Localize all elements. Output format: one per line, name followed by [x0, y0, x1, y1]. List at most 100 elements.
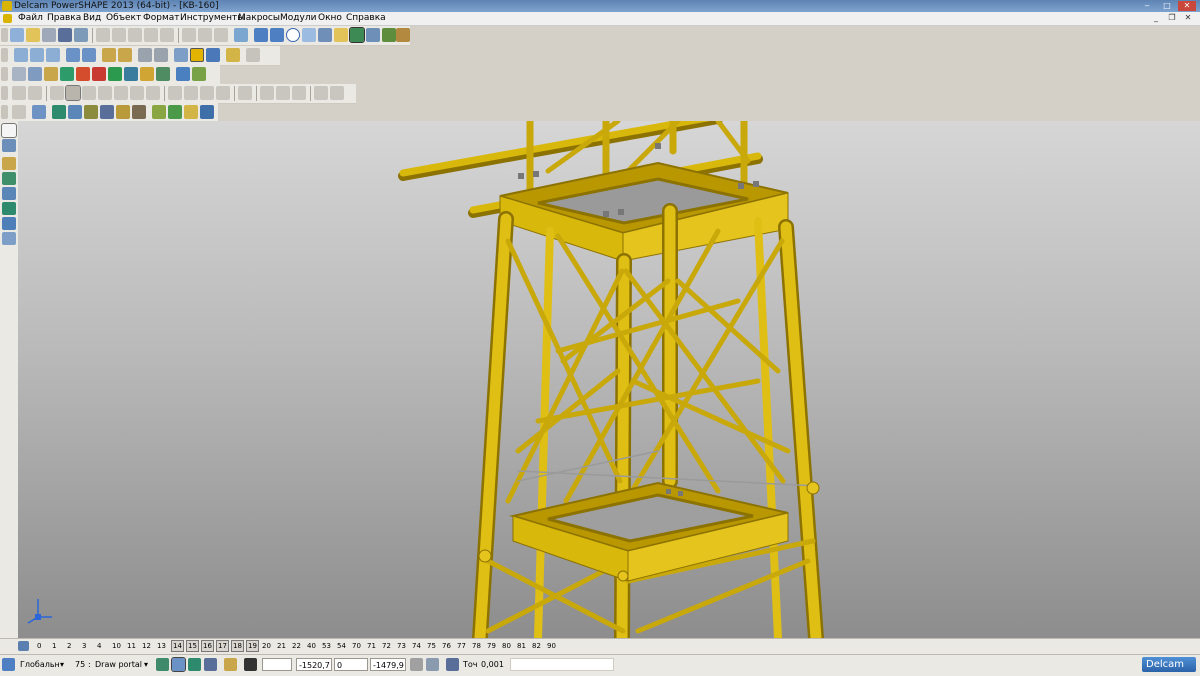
tolerance-icon[interactable]	[446, 658, 459, 671]
level-76[interactable]: 76	[441, 641, 452, 651]
print-icon[interactable]	[74, 28, 88, 42]
toolbar-grip[interactable]	[1, 86, 8, 100]
tools-icon[interactable]	[396, 28, 410, 42]
tree-icon[interactable]	[330, 86, 344, 100]
level-75[interactable]: 75	[426, 641, 437, 651]
rotate-view-icon[interactable]	[174, 48, 188, 62]
level-22[interactable]: 22	[291, 641, 302, 651]
offset-icon[interactable]	[276, 86, 290, 100]
level-14[interactable]: 14	[171, 640, 184, 652]
principal-plane-icon[interactable]	[204, 658, 217, 671]
copy-icon[interactable]	[112, 28, 126, 42]
zoom-selected-icon[interactable]	[118, 48, 132, 62]
workplane-origin-icon[interactable]	[224, 658, 237, 671]
chamfer-icon[interactable]	[146, 86, 160, 100]
menu-modules[interactable]: Модули	[280, 12, 316, 25]
graphics-viewport[interactable]	[18, 121, 1200, 638]
level-11[interactable]: 11	[126, 641, 137, 651]
level-77[interactable]: 77	[456, 641, 467, 651]
view-iso-icon[interactable]	[66, 48, 80, 62]
view-right-icon[interactable]	[46, 48, 60, 62]
workplane-status-icon[interactable]	[2, 658, 15, 671]
level-15[interactable]: 15	[186, 640, 199, 652]
transform-icon[interactable]	[156, 67, 170, 81]
level-18[interactable]: 18	[231, 640, 244, 652]
model-properties-icon[interactable]	[366, 28, 380, 42]
wireframe-icon[interactable]	[206, 48, 220, 62]
menu-window[interactable]: Окно	[318, 12, 342, 25]
level-3[interactable]: 3	[81, 641, 87, 651]
surface-7-icon[interactable]	[132, 105, 146, 119]
shell-icon[interactable]	[114, 86, 128, 100]
play-icon[interactable]	[108, 67, 122, 81]
boolean-subtract-icon[interactable]	[184, 86, 198, 100]
level-70[interactable]: 70	[351, 641, 362, 651]
zoom-out-icon[interactable]	[154, 48, 168, 62]
surface-11-icon[interactable]	[200, 105, 214, 119]
level-20[interactable]: 20	[261, 641, 272, 651]
menu-tools[interactable]: Инструменты	[180, 12, 244, 25]
cut-solid-icon[interactable]	[216, 86, 230, 100]
sweep-icon[interactable]	[82, 86, 96, 100]
delete-icon[interactable]	[160, 28, 174, 42]
assembly-icon[interactable]	[124, 67, 138, 81]
menu-macros[interactable]: Макросы	[238, 12, 280, 25]
view-iso2-icon[interactable]	[82, 48, 96, 62]
level-53[interactable]: 53	[321, 641, 332, 651]
view-top-icon[interactable]	[14, 48, 28, 62]
curve-tool-icon[interactable]	[2, 187, 16, 200]
save-as-icon[interactable]	[58, 28, 72, 42]
arc-icon[interactable]	[2, 172, 16, 185]
surface-9-icon[interactable]	[168, 105, 182, 119]
command-input[interactable]	[510, 658, 614, 671]
calculator-icon[interactable]	[410, 658, 423, 671]
menu-format[interactable]: Формат	[143, 12, 180, 25]
menu-help[interactable]: Справка	[346, 12, 386, 25]
zoom-in-icon[interactable]	[138, 48, 152, 62]
level-4[interactable]: 4	[96, 641, 102, 651]
curve-icon[interactable]	[302, 28, 316, 42]
level-10[interactable]: 10	[111, 641, 122, 651]
level-81[interactable]: 81	[516, 641, 527, 651]
find-icon[interactable]	[234, 28, 248, 42]
layers-icon[interactable]	[18, 641, 29, 651]
surface-10-icon[interactable]	[184, 105, 198, 119]
level-17[interactable]: 17	[216, 640, 229, 652]
document-list-icon[interactable]	[12, 67, 26, 81]
level-19[interactable]: 19	[246, 640, 259, 652]
surface-icon[interactable]	[60, 67, 74, 81]
surface-5-icon[interactable]	[100, 105, 114, 119]
close-button[interactable]: ✕	[1178, 1, 1196, 11]
erase-icon[interactable]	[144, 28, 158, 42]
solid-icon[interactable]	[76, 67, 90, 81]
document-icon[interactable]	[3, 14, 12, 23]
toolbar-grip[interactable]	[1, 28, 8, 42]
mdi-close-button[interactable]: ✕	[1182, 13, 1194, 23]
export-icon[interactable]	[192, 67, 206, 81]
menu-file[interactable]: Файл	[18, 12, 43, 25]
cut-icon[interactable]	[96, 28, 110, 42]
analysis-icon[interactable]	[176, 67, 190, 81]
electrode-icon[interactable]	[92, 67, 106, 81]
level-72[interactable]: 72	[381, 641, 392, 651]
select-icon[interactable]	[254, 28, 268, 42]
light-icon[interactable]	[226, 48, 240, 62]
surface-tool-icon[interactable]	[2, 202, 16, 215]
repeat-icon[interactable]	[214, 28, 228, 42]
surface-1-icon[interactable]	[12, 105, 26, 119]
level-1[interactable]: 1	[51, 641, 57, 651]
level-21[interactable]: 21	[276, 641, 287, 651]
shaded-view-icon[interactable]	[349, 27, 365, 43]
redo-icon[interactable]	[198, 28, 212, 42]
feature-2-icon[interactable]	[28, 86, 42, 100]
shading-icon[interactable]	[190, 48, 204, 62]
feature-1-icon[interactable]	[12, 86, 26, 100]
level-dropdown-icon[interactable]: ▾	[144, 659, 148, 671]
level-78[interactable]: 78	[471, 641, 482, 651]
grid-icon[interactable]	[244, 658, 257, 671]
boolean-add-icon[interactable]	[168, 86, 182, 100]
extrude-icon[interactable]	[50, 86, 64, 100]
coordinate-x-field[interactable]: -1520,7	[296, 658, 332, 671]
fillet-icon[interactable]	[130, 86, 144, 100]
grid-snap-icon[interactable]	[171, 657, 186, 672]
